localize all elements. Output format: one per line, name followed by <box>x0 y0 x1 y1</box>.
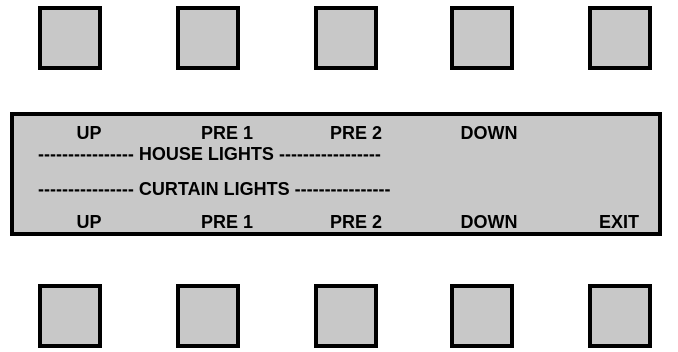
top-key-2[interactable] <box>176 6 240 70</box>
top-key-5[interactable] <box>588 6 652 70</box>
top-label-pre1: PRE 1 <box>200 123 254 143</box>
bottom-key-5[interactable] <box>588 284 652 348</box>
bottom-key-2[interactable] <box>176 284 240 348</box>
curtain-lights-divider: ---------------- CURTAIN LIGHTS --------… <box>38 179 678 199</box>
top-key-4[interactable] <box>450 6 514 70</box>
curtain-lights-title: CURTAIN LIGHTS <box>138 179 290 199</box>
bottom-label-up: UP <box>76 212 102 232</box>
top-key-1[interactable] <box>38 6 102 70</box>
bottom-key-4[interactable] <box>450 284 514 348</box>
house-lights-title: HOUSE LIGHTS <box>138 144 274 164</box>
house-left-dashes: ---------------- <box>38 144 134 164</box>
lcd-display: UP PRE 1 PRE 2 DOWN ---------------- HOU… <box>10 112 662 236</box>
bottom-label-pre2: PRE 2 <box>329 212 383 232</box>
house-lights-divider: ---------------- HOUSE LIGHTS ----------… <box>38 144 678 164</box>
bottom-label-exit: EXIT <box>598 212 639 232</box>
bottom-label-down: DOWN <box>460 212 518 232</box>
top-key-3[interactable] <box>314 6 378 70</box>
bottom-key-3[interactable] <box>314 284 378 348</box>
top-label-pre2: PRE 2 <box>329 123 383 143</box>
bottom-label-pre1: PRE 1 <box>200 212 254 232</box>
curtain-left-dashes: ---------------- <box>38 179 134 199</box>
house-right-dashes: ----------------- <box>278 144 381 164</box>
top-label-up: UP <box>76 123 102 143</box>
bottom-key-1[interactable] <box>38 284 102 348</box>
top-label-down: DOWN <box>460 123 518 143</box>
curtain-right-dashes: ---------------- <box>294 179 391 199</box>
